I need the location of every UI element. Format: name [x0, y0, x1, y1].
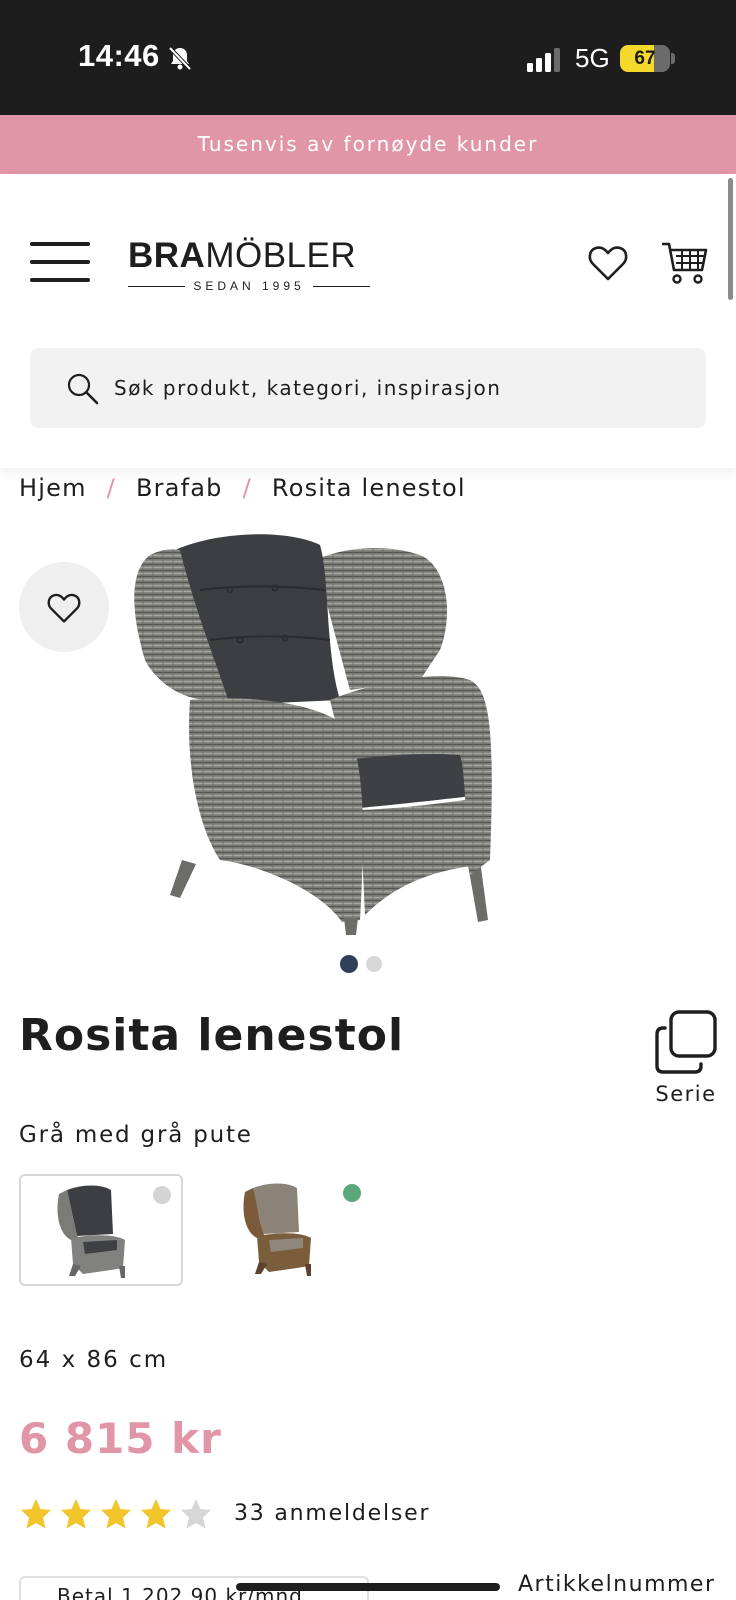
star-icon — [181, 1499, 211, 1529]
product-price: 6 815 kr — [19, 1414, 222, 1463]
site-header: BRAMÖBLER SEDAN 1995 — [0, 174, 736, 468]
status-bar: 14:46 5G 67 — [0, 0, 736, 115]
carousel-dot[interactable] — [340, 955, 358, 973]
signal-icon — [527, 48, 560, 72]
product-title: Rosita lenestol — [19, 1010, 405, 1061]
logo-light: MÖBLER — [205, 236, 357, 275]
star-icon — [61, 1499, 91, 1529]
home-indicator[interactable] — [236, 1583, 500, 1591]
star-icon — [141, 1499, 171, 1529]
status-time: 14:46 — [78, 38, 160, 73]
carousel-dot[interactable] — [366, 956, 382, 972]
menu-icon-bar — [30, 260, 90, 264]
variant-swatch-grey[interactable] — [19, 1174, 183, 1286]
breadcrumb-separator: / — [106, 474, 116, 502]
copy-icon — [655, 1010, 717, 1074]
series-label: Serie — [655, 1082, 717, 1106]
bell-muted-icon — [168, 46, 192, 71]
promo-banner[interactable]: Tusenvis av fornøyde kunder — [0, 115, 736, 174]
add-to-wishlist-button[interactable] — [19, 562, 109, 652]
variant-color-dot — [343, 1184, 361, 1202]
variant-thumbnail — [243, 1183, 311, 1276]
breadcrumb-separator: / — [242, 474, 252, 502]
battery-cap — [671, 53, 675, 64]
series-button[interactable]: Serie — [646, 1010, 726, 1114]
battery-icon: 67 — [620, 45, 670, 72]
variant-thumbnail — [57, 1185, 125, 1278]
review-count[interactable]: 33 anmeldelser — [234, 1497, 430, 1531]
battery-percent: 67 — [634, 48, 656, 69]
logo-wordmark: BRAMÖBLER — [128, 236, 370, 276]
search-icon — [67, 373, 99, 405]
logo-bold: BRA — [128, 236, 206, 275]
brand-logo[interactable]: BRAMÖBLER SEDAN 1995 — [128, 236, 370, 296]
network-label: 5G — [575, 43, 610, 73]
menu-button[interactable] — [30, 242, 90, 282]
logo-tagline: SEDAN 1995 — [128, 278, 370, 294]
breadcrumb-home[interactable]: Hjem — [19, 474, 87, 502]
menu-icon-bar — [30, 278, 90, 282]
variant-color-dot — [153, 1186, 171, 1204]
breadcrumb-current: Rosita lenestol — [271, 474, 466, 502]
carousel-dots — [340, 955, 382, 973]
article-number-label: Artikkelnummer — [518, 1572, 716, 1597]
menu-icon — [30, 242, 90, 246]
divider — [128, 285, 186, 287]
logo-sub: SEDAN 1995 — [193, 279, 305, 293]
variant-label: Grå med grå pute — [19, 1122, 253, 1148]
product-image[interactable] — [120, 530, 600, 990]
star-icon — [101, 1499, 131, 1529]
cart-icon[interactable] — [660, 238, 708, 286]
breadcrumb: Hjem / Brafab / Rosita lenestol — [19, 468, 466, 508]
breadcrumb-brand[interactable]: Brafab — [136, 474, 223, 502]
search-input[interactable] — [114, 348, 674, 428]
product-dimensions: 64 x 86 cm — [19, 1347, 169, 1373]
heart-icon — [47, 593, 81, 623]
star-icon — [21, 1499, 51, 1529]
search-bar[interactable] — [30, 348, 706, 428]
rating-stars[interactable] — [19, 1497, 213, 1531]
heart-icon[interactable] — [588, 244, 628, 282]
scroll-indicator[interactable] — [728, 178, 733, 300]
variant-swatch-brown[interactable] — [207, 1174, 371, 1286]
divider — [312, 285, 370, 287]
